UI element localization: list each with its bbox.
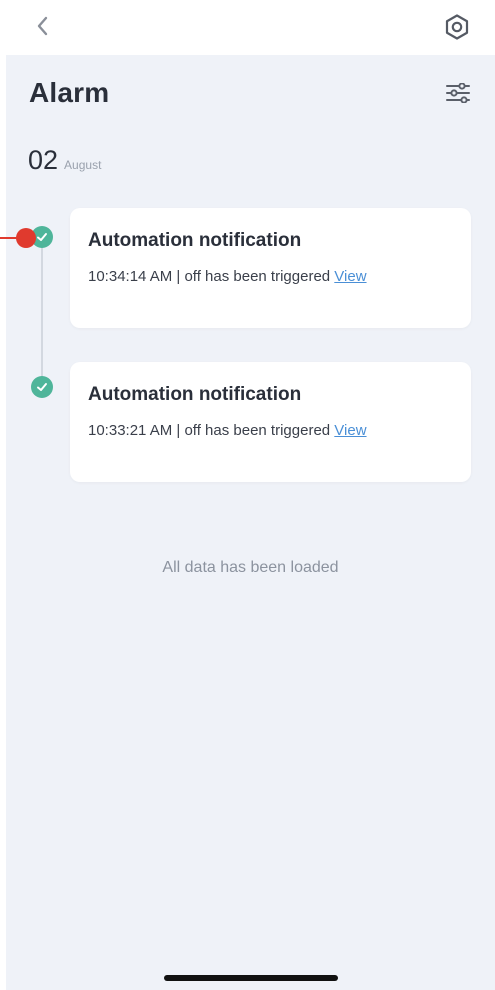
filter-lines-icon — [446, 83, 470, 103]
all-loaded-message: All data has been loaded — [162, 559, 339, 576]
notification-card[interactable]: Automation notification 10:34:14 AM | of… — [70, 208, 471, 328]
alarm-screen: Alarm 02 August Automation notification — [0, 0, 495, 990]
date-header: 02 August — [28, 145, 101, 176]
notification-detail-text: 10:33:21 AM | off has been triggered — [88, 422, 335, 439]
notification-detail-text: 10:34:14 AM | off has been triggered — [88, 268, 335, 285]
gear-icon — [445, 14, 469, 40]
annotation-marker — [16, 228, 36, 248]
notification-title: Automation notification — [88, 230, 302, 251]
home-indicator[interactable] — [164, 975, 338, 981]
notification-title: Automation notification — [88, 384, 302, 405]
status-check-icon — [31, 376, 53, 398]
back-button[interactable] — [28, 12, 56, 40]
date-month: August — [64, 158, 102, 172]
check-circle-icon — [37, 233, 47, 241]
view-link[interactable]: View — [334, 422, 366, 439]
notification-detail: 10:34:14 AM | off has been triggered Vie… — [88, 268, 367, 285]
timeline-line — [41, 239, 43, 384]
notification-card[interactable]: Automation notification 10:33:21 AM | of… — [70, 362, 471, 482]
content-area: Alarm 02 August Automation notification — [6, 55, 495, 990]
notification-detail: 10:33:21 AM | off has been triggered Vie… — [88, 422, 367, 439]
chevron-left-icon — [37, 16, 48, 36]
date-day: 02 — [28, 145, 59, 175]
page-title: Alarm — [29, 77, 110, 108]
view-link[interactable]: View — [334, 268, 366, 285]
top-bar — [0, 0, 495, 55]
settings-button[interactable] — [440, 10, 474, 44]
filter-button[interactable] — [442, 79, 474, 107]
check-circle-icon — [37, 383, 47, 391]
